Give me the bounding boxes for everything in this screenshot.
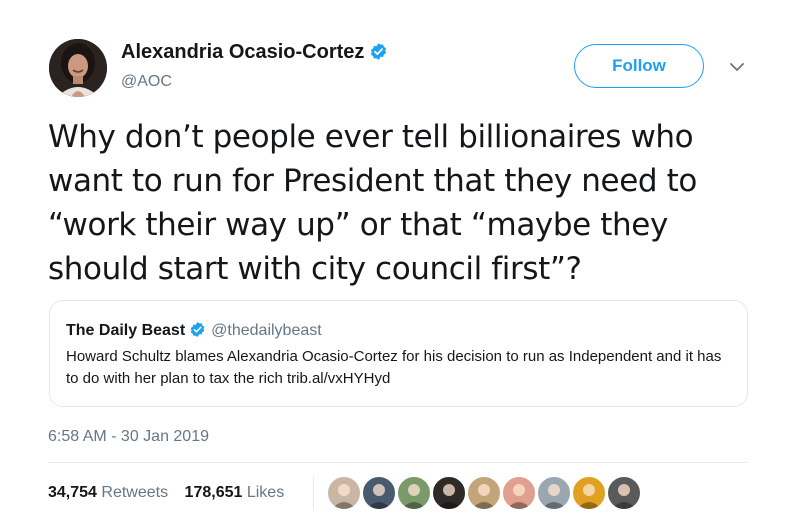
- liker-avatar[interactable]: [432, 476, 466, 510]
- author-name[interactable]: Alexandria Ocasio-Cortez: [121, 41, 364, 63]
- quoted-author-handle: @thedailybeast: [211, 322, 322, 339]
- liker-avatar[interactable]: [502, 476, 536, 510]
- retweets-label: Retweets: [101, 484, 169, 501]
- liker-avatar[interactable]: [607, 476, 641, 510]
- likes-label: Likes: [246, 484, 285, 501]
- author-avatar[interactable]: [49, 39, 107, 97]
- likes-stat[interactable]: 178,651 Likes: [185, 484, 285, 501]
- retweets-stat[interactable]: 34,754 Retweets: [48, 484, 168, 501]
- quoted-author-name: The Daily Beast: [66, 322, 186, 339]
- divider: [48, 462, 748, 463]
- author-name-row[interactable]: Alexandria Ocasio-Cortez: [121, 41, 388, 64]
- quoted-tweet-text: Howard Schultz blames Alexandria Ocasio-…: [66, 348, 722, 387]
- tweet-stats: 34,754 Retweets 178,651 Likes: [48, 484, 296, 502]
- likes-count: 178,651: [184, 484, 243, 501]
- retweets-count: 34,754: [48, 484, 97, 501]
- chevron-down-icon[interactable]: [726, 60, 748, 74]
- tweet-text: Why don’t people ever tell billionaires …: [48, 119, 697, 287]
- verified-badge-icon: [190, 322, 205, 337]
- tweet-card: Alexandria Ocasio-Cortez @AOC Follow Why…: [0, 0, 797, 531]
- profile-photo-icon: [49, 39, 107, 97]
- follow-button[interactable]: Follow: [574, 44, 704, 88]
- stats-separator: [313, 476, 314, 510]
- liker-avatar[interactable]: [537, 476, 571, 510]
- tweet-timestamp[interactable]: 6:58 AM - 30 Jan 2019: [48, 428, 209, 446]
- liker-avatar[interactable]: [397, 476, 431, 510]
- liker-avatar[interactable]: [327, 476, 361, 510]
- liker-avatar[interactable]: [362, 476, 396, 510]
- author-handle[interactable]: @AOC: [121, 73, 172, 91]
- quoted-tweet[interactable]: The Daily Beast @thedailybeast Howard Sc…: [49, 300, 748, 407]
- liker-avatar[interactable]: [572, 476, 606, 510]
- liker-avatar[interactable]: [467, 476, 501, 510]
- quoted-author-row: The Daily Beast @thedailybeast: [66, 321, 322, 340]
- verified-badge-icon: [371, 43, 387, 60]
